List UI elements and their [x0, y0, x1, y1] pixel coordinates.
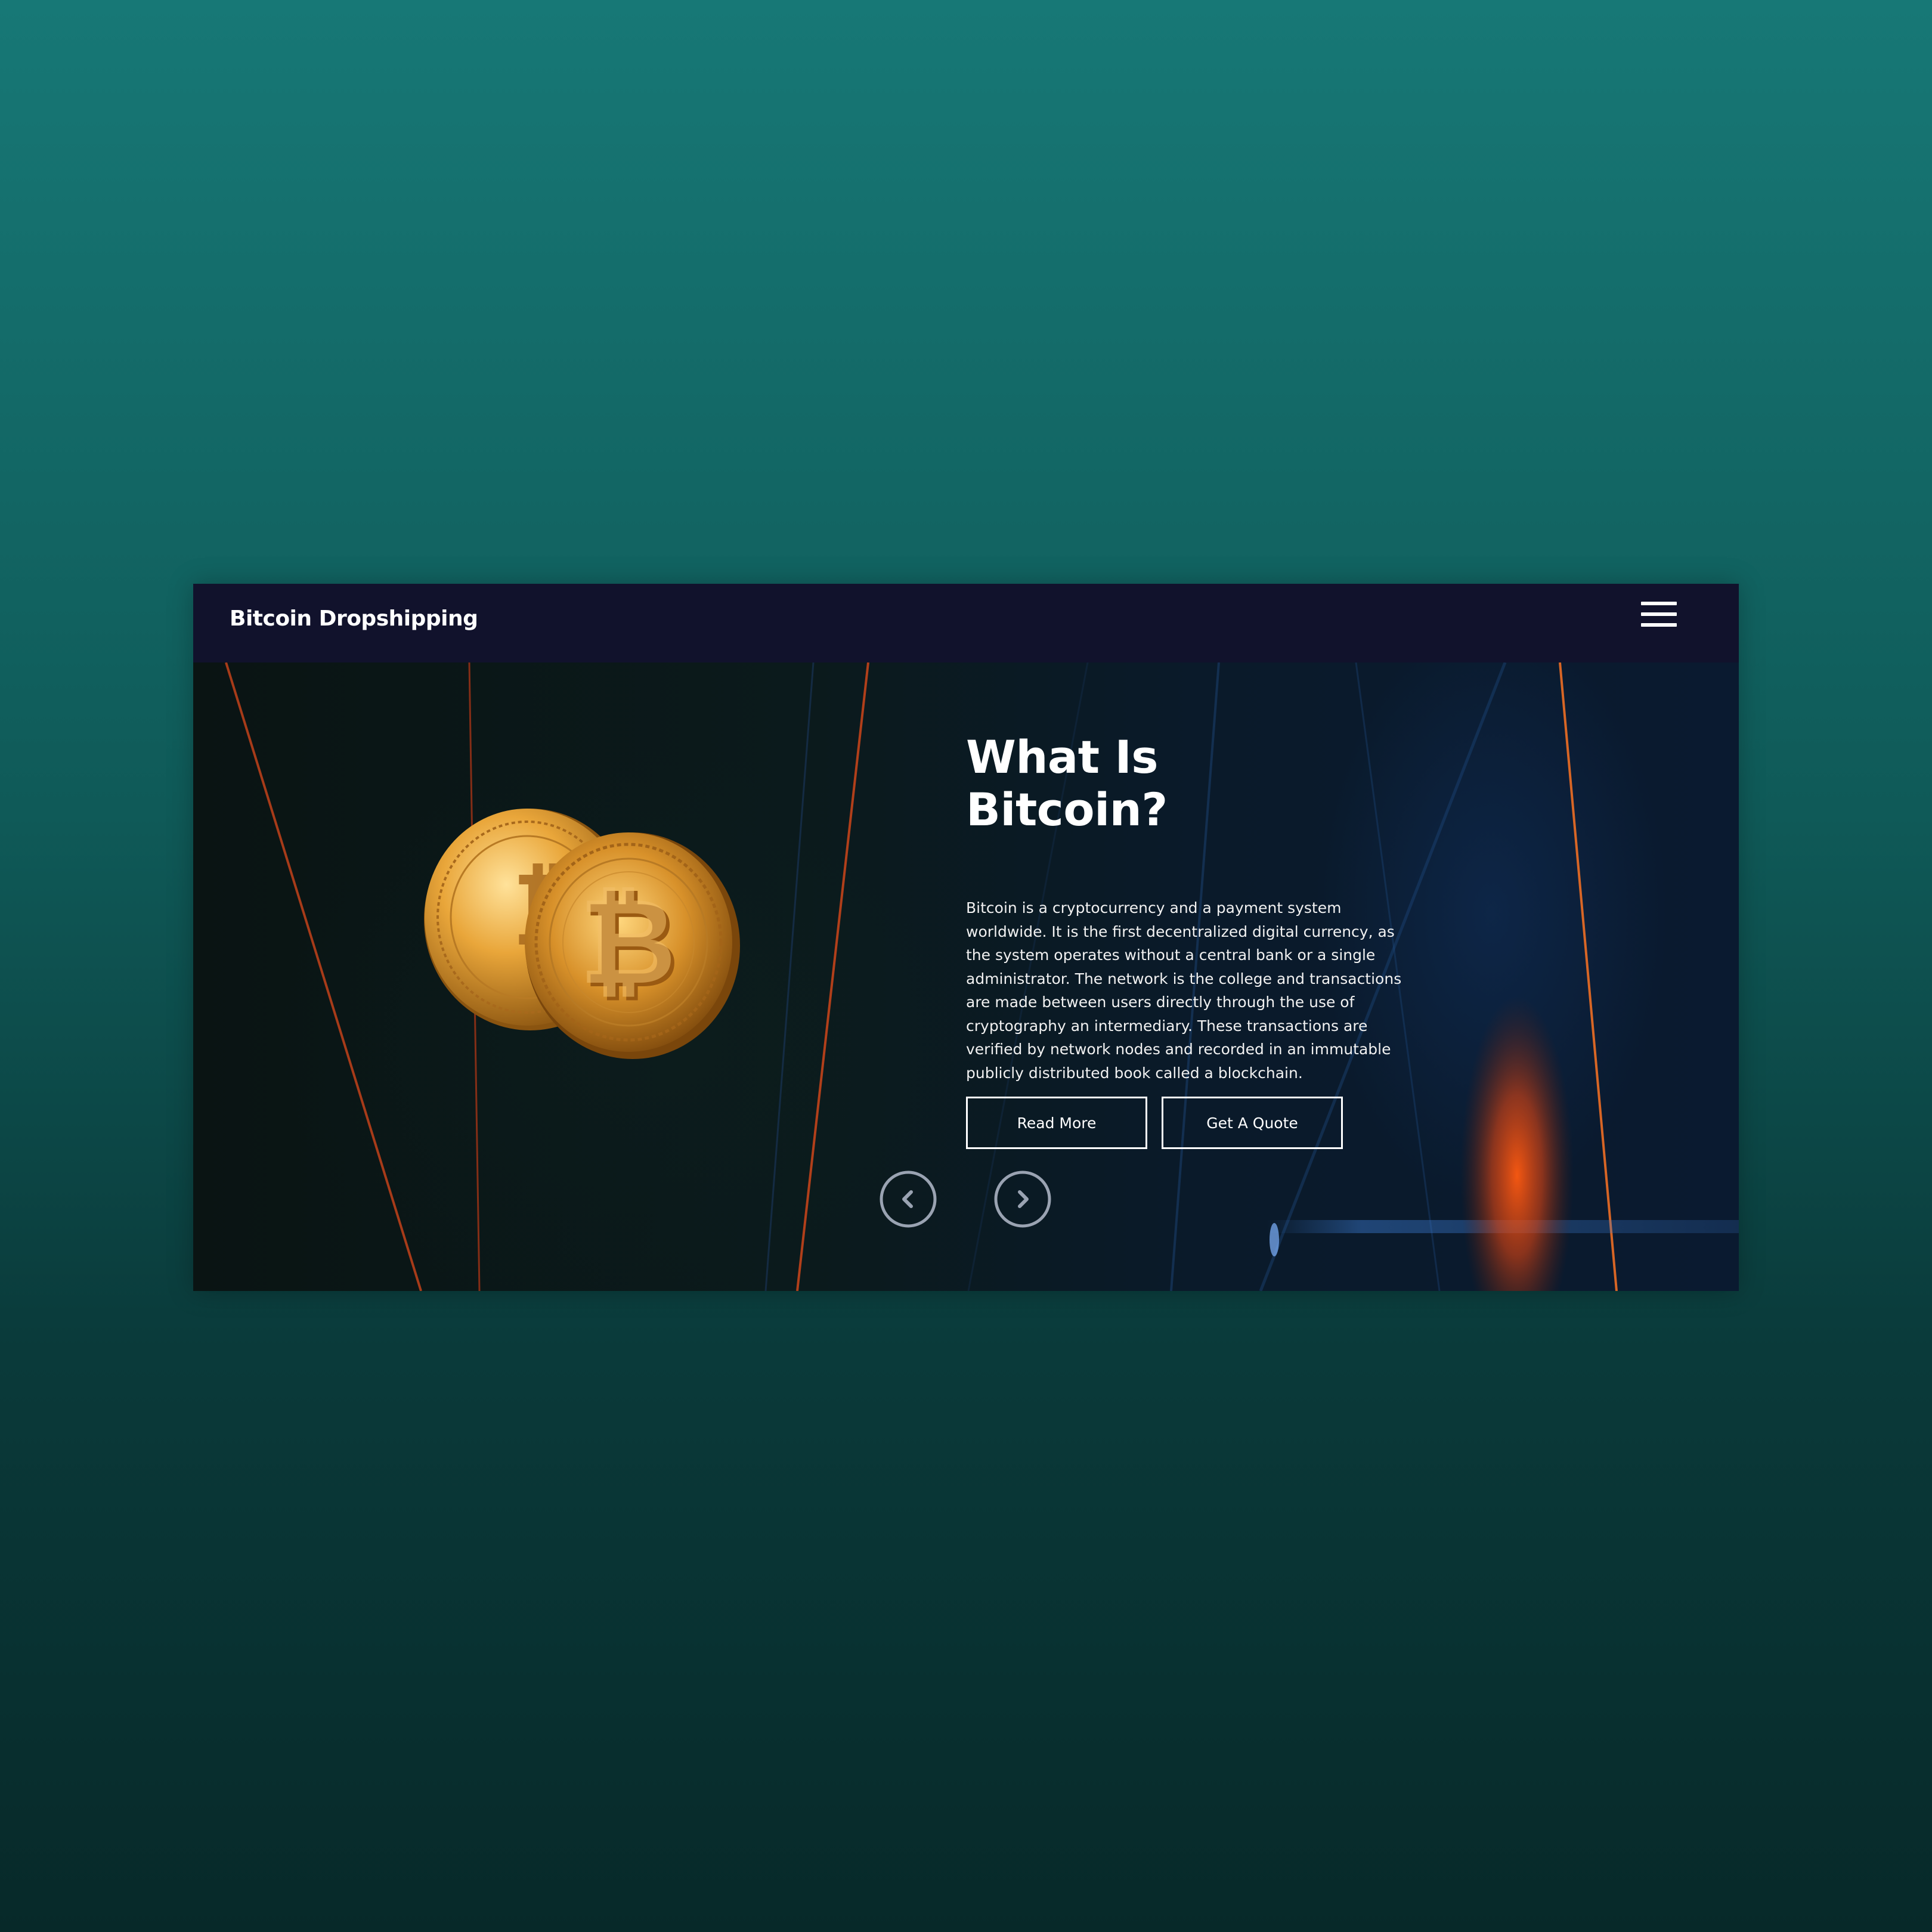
read-more-button[interactable]: Read More — [966, 1097, 1147, 1149]
hero-slider: ₿ ₿ ₿ What Is Bitcoin? Bitcoin is a cryp… — [193, 662, 1739, 1291]
chevron-right-circle-icon[interactable] — [994, 1171, 1051, 1228]
navbar: Bitcoin Dropshipping — [193, 584, 1739, 662]
chevron-left-circle-icon[interactable] — [880, 1171, 937, 1228]
bitcoin-coins-image: ₿ ₿ ₿ — [424, 809, 740, 1059]
svg-text:₿: ₿ — [579, 872, 676, 1011]
hero-title: What Is Bitcoin? — [966, 731, 1336, 836]
hero-description: Bitcoin is a cryptocurrency and a paymen… — [966, 899, 1402, 1082]
site-brand[interactable]: Bitcoin Dropshipping — [230, 605, 478, 633]
get-a-quote-button[interactable]: Get A Quote — [1162, 1097, 1343, 1149]
hero-title-line1: What Is — [966, 730, 1159, 784]
website-frame: Bitcoin Dropshipping ₿ ₿ What Is Bitcoin… — [193, 584, 1739, 1291]
hamburger-menu-icon[interactable] — [1639, 599, 1680, 635]
hero-title-line2: Bitcoin? — [966, 783, 1168, 836]
